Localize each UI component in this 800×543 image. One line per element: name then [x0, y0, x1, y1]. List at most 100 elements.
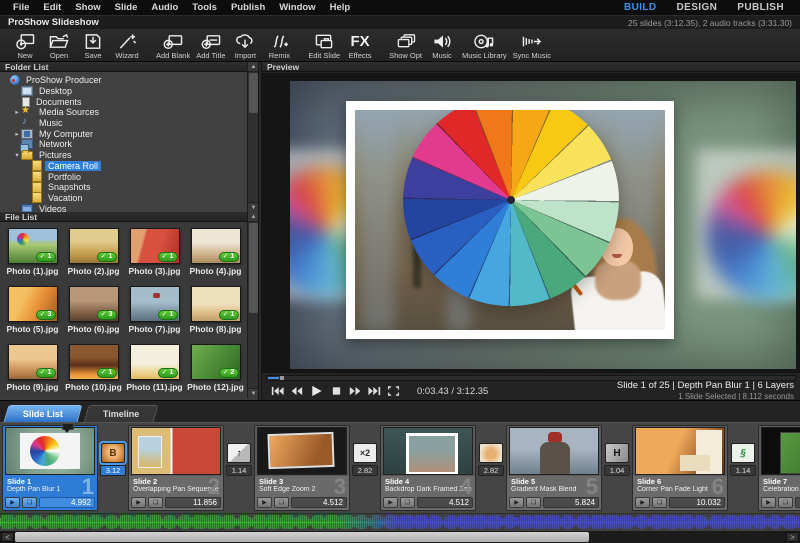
sync-music-button[interactable]: Sync Music: [510, 30, 554, 61]
wizard-button[interactable]: Wizard: [110, 30, 144, 61]
slide-layers-icon[interactable]: ❏: [148, 497, 163, 508]
photo-thumbnail[interactable]: ✓ 1: [130, 286, 180, 322]
folder-item-pictures[interactable]: ▾Pictures: [0, 150, 247, 161]
slide-thumbnail[interactable]: [383, 427, 473, 475]
slide-card-5[interactable]: Slide 5Gradient Mask Blend5▶❏5.824: [506, 425, 602, 511]
slide-layers-icon[interactable]: ❏: [400, 497, 415, 508]
slide-play-icon[interactable]: ▶: [509, 497, 524, 508]
mode-tab-build[interactable]: BUILD: [614, 2, 667, 13]
skip-end-button[interactable]: [365, 385, 384, 397]
folder-item-documents[interactable]: Documents: [0, 96, 247, 107]
transition-widget[interactable]: B3.12: [98, 443, 128, 476]
transition-widget[interactable]: ×22.82: [350, 443, 380, 476]
menu-edit[interactable]: Edit: [36, 2, 68, 13]
slide-play-icon[interactable]: ▶: [635, 497, 650, 508]
file-list-scrollbar[interactable]: ▲ ▼: [247, 212, 258, 398]
file-item[interactable]: ✓ 3Photo (5).jpg: [2, 286, 63, 344]
music-button[interactable]: Music: [425, 30, 459, 61]
import-button[interactable]: Import: [228, 30, 262, 61]
transition-widget[interactable]: 2.82: [476, 443, 506, 476]
transition-icon[interactable]: H: [605, 443, 629, 463]
slide-card-1[interactable]: Slide 1Depth Pan Blur 11▶❏4.992: [2, 425, 98, 511]
menu-slide[interactable]: Slide: [108, 2, 145, 13]
folder-list-scrollbar[interactable]: ▲ ▼: [247, 62, 258, 212]
seek-thumb[interactable]: [280, 376, 284, 380]
slide-layers-icon[interactable]: ❏: [526, 497, 541, 508]
fast-forward-button[interactable]: [346, 385, 365, 397]
transition-icon[interactable]: B: [101, 443, 125, 463]
horizontal-scrollbar[interactable]: < >: [0, 531, 800, 543]
file-item[interactable]: ✓ 1Photo (4).jpg: [185, 228, 246, 286]
playhead-marker[interactable]: [62, 423, 72, 432]
photo-thumbnail[interactable]: ✓ 1: [130, 228, 180, 264]
file-item[interactable]: ✓ 1Photo (3).jpg: [124, 228, 185, 286]
open-button[interactable]: Open: [42, 30, 76, 61]
slide-layers-icon[interactable]: ❏: [22, 497, 37, 508]
menu-help[interactable]: Help: [323, 2, 358, 13]
file-item[interactable]: ✓ 1Photo (11).jpg: [124, 344, 185, 396]
slide-thumbnail[interactable]: [509, 427, 599, 475]
folder-item-videos[interactable]: Videos: [0, 203, 247, 212]
scroll-right-icon[interactable]: >: [786, 532, 799, 542]
effects-button[interactable]: FXEffects: [343, 30, 377, 61]
slide-thumbnail[interactable]: [257, 427, 347, 475]
remix-button[interactable]: Remix: [262, 30, 296, 61]
tree-expander-icon[interactable]: ▸: [13, 130, 21, 138]
folder-item-desktop[interactable]: Desktop: [0, 86, 247, 97]
folder-item-proshow-producer[interactable]: ProShow Producer: [0, 75, 247, 86]
file-item[interactable]: ✓ 3Photo (6).jpg: [63, 286, 124, 344]
transition-icon[interactable]: ↑: [227, 443, 251, 463]
photo-thumbnail[interactable]: ✓ 2: [191, 344, 241, 380]
tab-slide-list[interactable]: Slide List: [4, 405, 83, 422]
slide-play-icon[interactable]: ▶: [761, 497, 776, 508]
file-item[interactable]: ✓ 1Photo (1).jpg: [2, 228, 63, 286]
photo-thumbnail[interactable]: ✓ 1: [191, 286, 241, 322]
menu-show[interactable]: Show: [68, 2, 107, 13]
add-blank-button[interactable]: Add Blank: [153, 30, 193, 61]
skip-start-button[interactable]: [268, 385, 287, 397]
slide-play-icon[interactable]: ▶: [5, 497, 20, 508]
photo-thumbnail[interactable]: ✓ 1: [8, 228, 58, 264]
stop-button[interactable]: [327, 385, 346, 397]
transition-icon[interactable]: ×2: [353, 443, 377, 463]
music-library-button[interactable]: Music Library: [459, 30, 510, 61]
transition-widget[interactable]: ↑1.14: [224, 443, 254, 476]
menu-window[interactable]: Window: [272, 2, 322, 13]
photo-thumbnail[interactable]: ✓ 1: [69, 228, 119, 264]
photo-thumbnail[interactable]: ✓ 3: [69, 286, 119, 322]
play-button[interactable]: [306, 384, 327, 398]
mode-tab-design[interactable]: DESIGN: [667, 2, 728, 13]
slide-thumbnail[interactable]: [761, 427, 800, 475]
slide-card-4[interactable]: Slide 4Backdrop Dark Framed Zoo...4▶❏4.5…: [380, 425, 476, 511]
photo-thumbnail[interactable]: ✓ 1: [130, 344, 180, 380]
audio-waveform[interactable]: [0, 514, 800, 531]
slide-play-icon[interactable]: ▶: [131, 497, 146, 508]
transition-icon[interactable]: [479, 443, 503, 463]
photo-thumbnail[interactable]: ✓ 1: [191, 228, 241, 264]
file-item[interactable]: ✓ 1Photo (10).jpg: [63, 344, 124, 396]
file-item[interactable]: ✓ 1Photo (7).jpg: [124, 286, 185, 344]
slide-thumbnail[interactable]: [131, 427, 221, 475]
photo-thumbnail[interactable]: ✓ 3: [8, 286, 58, 322]
tab-timeline[interactable]: Timeline: [84, 405, 159, 422]
slide-card-2[interactable]: Slide 2Overlapping Pan Sequence ...2▶❏11…: [128, 425, 224, 511]
fullscreen-button[interactable]: [384, 385, 403, 397]
folder-item-portfolio[interactable]: Portfolio: [0, 171, 247, 182]
slide-thumbnail[interactable]: [635, 427, 725, 475]
scrollbar-thumb[interactable]: [249, 73, 258, 113]
slide-layers-icon[interactable]: ❏: [652, 497, 667, 508]
folder-item-snapshots[interactable]: Snapshots: [0, 182, 247, 193]
slide-card-7[interactable]: Slide 7Celebration Singl7▶❏: [758, 425, 800, 511]
slide-layers-icon[interactable]: ❏: [274, 497, 289, 508]
slide-layers-icon[interactable]: ❏: [778, 497, 793, 508]
slide-thumbnail[interactable]: [5, 427, 95, 475]
photo-thumbnail[interactable]: ✓ 1: [8, 344, 58, 380]
folder-item-media-sources[interactable]: ▸Media Sources: [0, 107, 247, 118]
show-opt-button[interactable]: Show Opt: [386, 30, 425, 61]
folder-item-camera-roll[interactable]: Camera Roll: [0, 161, 247, 172]
menu-audio[interactable]: Audio: [144, 2, 185, 13]
folder-item-network[interactable]: Network: [0, 139, 247, 150]
rewind-button[interactable]: [287, 385, 306, 397]
menu-publish[interactable]: Publish: [224, 2, 272, 13]
scrollbar-thumb[interactable]: [249, 223, 258, 313]
